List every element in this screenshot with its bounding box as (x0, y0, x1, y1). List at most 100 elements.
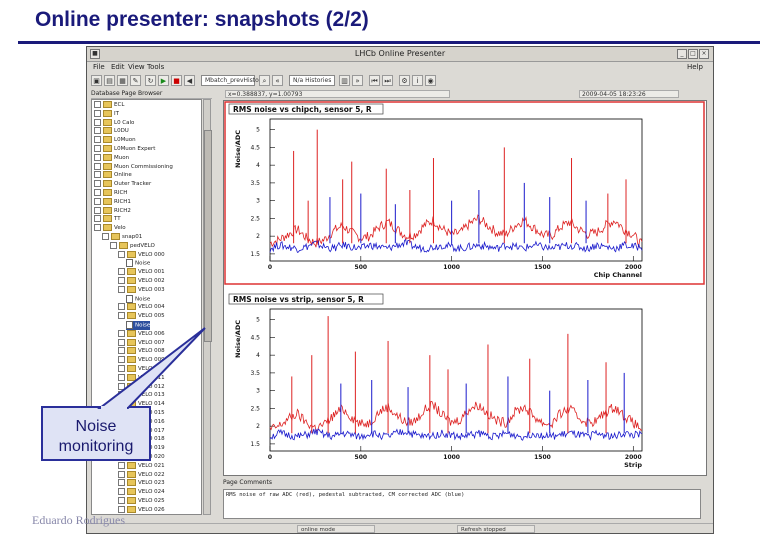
tree-folder-item[interactable]: VELO 013 (118, 391, 165, 400)
comments-text[interactable]: RMS noise of raw ADC (red), pedestal sub… (223, 489, 701, 519)
expand-icon[interactable] (94, 145, 101, 152)
tree-page-item[interactable]: Noise (126, 259, 150, 268)
print-icon[interactable]: ▦ (117, 75, 128, 86)
expand-icon[interactable] (118, 250, 125, 258)
tree-page-item[interactable]: Noise (126, 294, 150, 304)
expand-icon[interactable] (118, 479, 125, 487)
tree-folder-item[interactable]: VELO 009 (118, 356, 165, 365)
tree-folder-item[interactable]: VELO 022 (118, 470, 165, 480)
expand-icon[interactable] (118, 329, 125, 337)
save-icon[interactable]: ▤ (104, 75, 115, 86)
tree-folder-item[interactable]: L0Muon Expert (94, 145, 155, 154)
expand-icon[interactable] (118, 347, 125, 355)
tree-folder-item[interactable]: VELO 004 (118, 303, 165, 312)
tree-folder-item[interactable]: VELO 026 (118, 505, 165, 514)
expand-icon[interactable] (118, 409, 125, 416)
expand-icon[interactable] (118, 312, 125, 320)
tree-folder-item[interactable]: VELO 003 (118, 285, 165, 295)
tree-folder-item[interactable]: TT (94, 215, 121, 224)
tree-folder-item[interactable]: Muon (94, 153, 129, 163)
info-icon[interactable]: i (412, 75, 423, 86)
tree-folder-item[interactable]: RICH1 (94, 197, 131, 207)
mode-combo[interactable]: Mbatch_prevHistoric (201, 75, 266, 86)
maximize-icon[interactable]: □ (688, 49, 698, 59)
tree-folder-item[interactable]: VELO 005 (118, 312, 165, 321)
tree-folder-item[interactable]: VELO 019 (118, 444, 165, 453)
expand-icon[interactable] (94, 171, 101, 179)
tree-folder-item[interactable]: ECL (94, 101, 124, 110)
expand-icon[interactable] (94, 101, 101, 108)
page-tree[interactable]: ECL IT L0 Calo L0DU L0Muon L0Muon Expert Muon M… (91, 99, 202, 515)
expand-icon[interactable] (94, 109, 101, 117)
expand-icon[interactable] (118, 268, 125, 276)
tree-folder-item[interactable]: VELO 015 (118, 409, 165, 418)
expand-icon[interactable] (118, 285, 125, 293)
window-titlebar[interactable]: ■ LHCb Online Presenter _ □ × (87, 47, 713, 62)
menu-edit[interactable]: Edit (111, 63, 125, 71)
tree-folder-item[interactable]: VELO 020 (118, 453, 165, 462)
tree-folder-item[interactable]: snap01 (102, 233, 142, 242)
expand-icon[interactable] (94, 127, 101, 135)
tree-folder-item[interactable]: VELO 018 (118, 435, 165, 444)
tree-folder-item[interactable]: L0 Calo (94, 118, 134, 128)
expand-icon[interactable] (94, 197, 101, 205)
tree-scrollbar[interactable] (203, 99, 212, 515)
menu-help[interactable]: Help (687, 63, 703, 71)
minimize-icon[interactable]: _ (677, 49, 687, 59)
tree-folder-item[interactable]: RICH (94, 189, 127, 198)
expand-icon[interactable] (118, 461, 125, 469)
expand-icon[interactable] (118, 303, 125, 311)
calendar-icon[interactable]: ▥ (339, 75, 350, 86)
expand-icon[interactable] (118, 400, 125, 408)
expand-icon[interactable] (94, 118, 101, 126)
tree-folder-item[interactable]: Velo (94, 224, 126, 233)
zoom-icon[interactable]: ⌕ (259, 75, 270, 86)
first-icon[interactable]: ⏮ (369, 75, 380, 86)
expand-icon[interactable] (94, 162, 101, 170)
tree-folder-item[interactable]: IT (94, 109, 119, 119)
expand-icon[interactable] (118, 488, 125, 496)
tree-folder-item[interactable]: L0DU (94, 127, 129, 136)
tree-folder-item[interactable]: VELO 023 (118, 479, 165, 488)
tree-folder-item[interactable]: VELO 021 (118, 461, 165, 471)
play-icon[interactable]: ▶ (158, 75, 169, 86)
tree-page-item[interactable]: Noise (126, 321, 151, 330)
next-icon[interactable]: » (352, 75, 363, 86)
tree-folder-item[interactable]: VELO 017 (118, 426, 165, 436)
expand-icon[interactable] (118, 365, 125, 372)
history-combo[interactable]: N/a Histories (289, 75, 335, 86)
tree-folder-item[interactable]: VELO 006 (118, 329, 165, 339)
tree-scroll-thumb[interactable] (204, 130, 212, 342)
tree-folder-item[interactable]: VELO 008 (118, 347, 165, 356)
expand-icon[interactable] (94, 206, 101, 214)
tree-folder-item[interactable]: VELO 011 (118, 373, 165, 383)
tree-folder-item[interactable]: VELO 001 (118, 268, 165, 277)
expand-icon[interactable] (94, 153, 101, 161)
expand-icon[interactable] (94, 189, 101, 196)
expand-icon[interactable] (118, 426, 125, 434)
tree-folder-item[interactable]: Muon Commissioning (94, 162, 173, 172)
tree-folder-item[interactable]: VELO 002 (118, 277, 165, 286)
tree-folder-item[interactable]: VELO 012 (118, 382, 165, 392)
expand-icon[interactable] (110, 241, 117, 249)
expand-icon[interactable] (118, 417, 125, 425)
open-icon[interactable]: ▣ (91, 75, 102, 86)
menu-file[interactable]: File (93, 63, 105, 71)
expand-icon[interactable] (118, 505, 125, 513)
tree-folder-item[interactable]: Online (94, 171, 132, 180)
expand-icon[interactable] (118, 277, 125, 284)
stop-icon[interactable]: ■ (171, 75, 182, 86)
expand-icon[interactable] (118, 382, 125, 390)
tree-folder-item[interactable]: L0Muon (94, 136, 136, 145)
expand-icon[interactable] (94, 215, 101, 223)
tree-folder-item[interactable]: VELO 010 (118, 365, 165, 374)
tree-folder-item[interactable]: VELO 016 (118, 417, 165, 427)
tree-folder-item[interactable]: RICH2 (94, 206, 131, 216)
histogram-canvas[interactable]: RMS noise vs chipch, sensor 5, R 1.5 2 2.5 3… (223, 100, 707, 476)
previous-icon[interactable]: ◀ (184, 75, 195, 86)
expand-icon[interactable] (118, 453, 125, 460)
expand-icon[interactable] (118, 391, 125, 399)
tree-folder-item[interactable]: VELO 007 (118, 338, 165, 348)
menu-view[interactable]: View (128, 63, 145, 71)
menu-tools[interactable]: Tools (147, 63, 164, 71)
